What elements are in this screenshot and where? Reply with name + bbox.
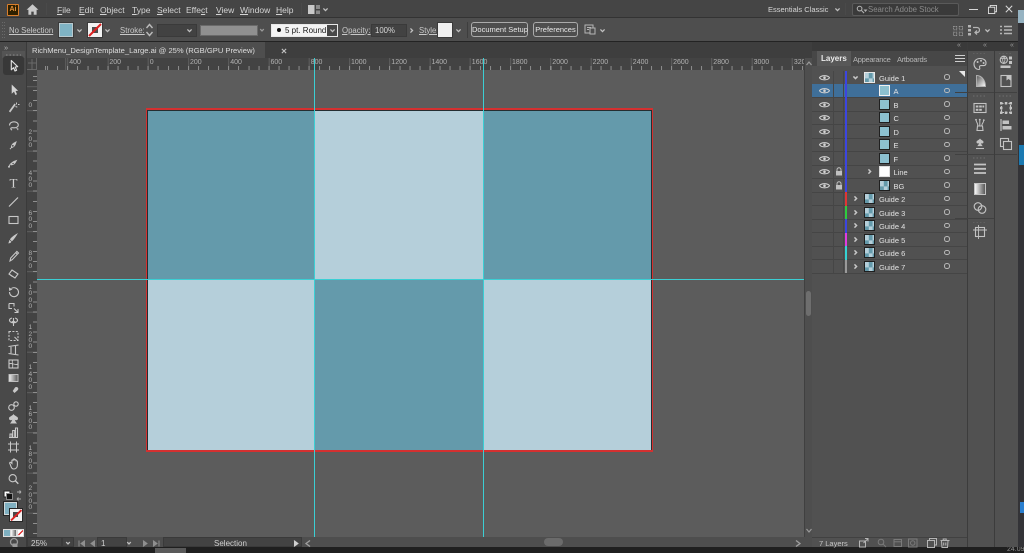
svg-text:T: T — [10, 176, 18, 191]
